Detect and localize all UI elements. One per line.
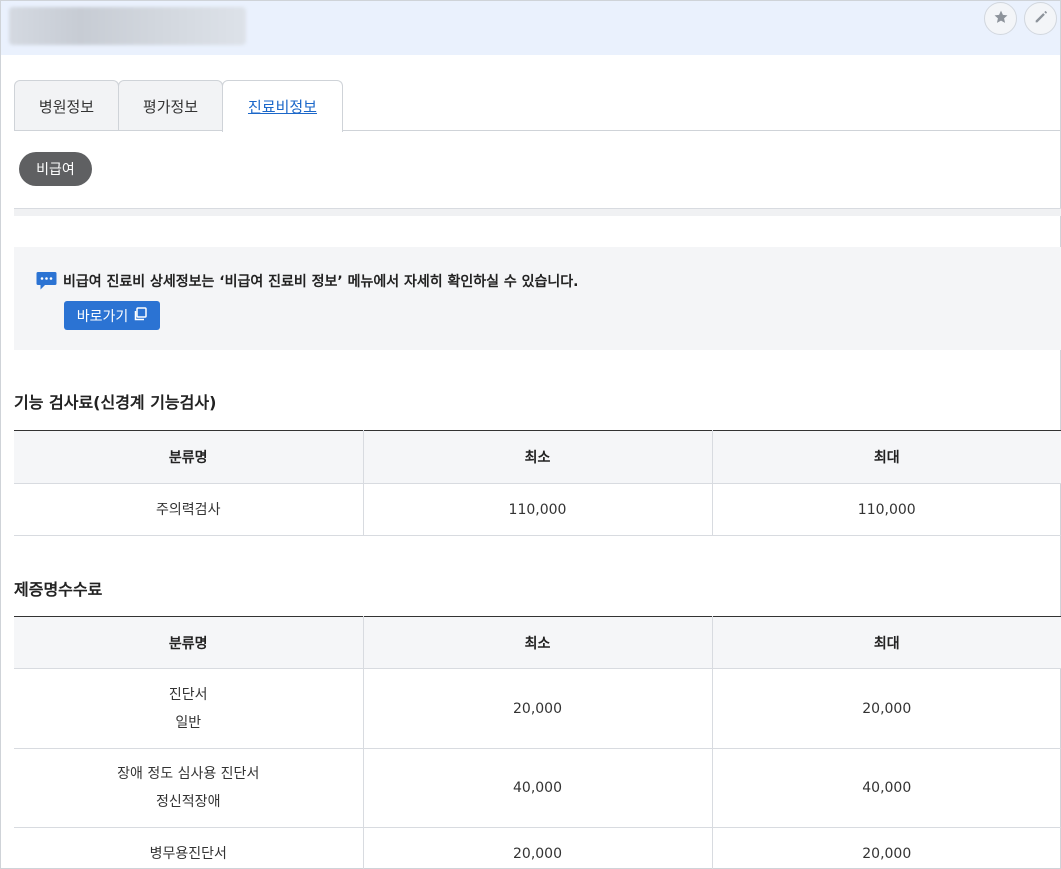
item-name-cell: 주의력검사 — [14, 483, 364, 536]
max-fee-cell: 110,000 — [712, 483, 1061, 536]
column-header-max: 최대 — [712, 430, 1061, 484]
table-header-row: 분류명 최소 최대 — [14, 430, 1061, 484]
column-header-name: 분류명 — [14, 616, 364, 669]
favorite-button[interactable] — [984, 2, 1017, 35]
top-header-bar — [1, 1, 1060, 55]
tab-hospital-info[interactable]: 병원정보 — [14, 80, 119, 131]
pencil-icon — [1033, 9, 1049, 29]
non-covered-filter-pill[interactable]: 비급여 — [19, 152, 92, 186]
tab-evaluation-info[interactable]: 평가정보 — [118, 80, 223, 131]
item-name-cell: 장애 정도 심사용 진단서 정신적장애 — [14, 748, 364, 828]
column-header-name: 분류명 — [14, 430, 364, 484]
table-row: 진단서 일반 20,000 20,000 — [14, 668, 1061, 749]
table-row: 병무용진단서 20,000 20,000 — [14, 827, 1061, 869]
goto-button[interactable]: 바로가기 — [64, 301, 160, 330]
external-window-icon — [133, 306, 148, 325]
section-title-certificate-fee: 제증명수수료 — [14, 580, 103, 599]
notice-text: 비급여 진료비 상세정보는 ‘비급여 진료비 정보’ 메뉴에서 자세히 확인하실… — [63, 274, 579, 290]
chat-bubble-icon — [36, 271, 57, 295]
max-fee-cell: 20,000 — [712, 668, 1061, 749]
section-title-function-test: 기능 검사료(신경계 기능검사) — [14, 393, 217, 412]
min-fee-cell: 110,000 — [363, 483, 713, 536]
table-header-row: 분류명 최소 최대 — [14, 616, 1061, 669]
column-header-min: 최소 — [363, 430, 713, 484]
hospital-name-blurred — [9, 7, 246, 45]
goto-button-label: 바로가기 — [76, 308, 129, 325]
edit-button[interactable] — [1024, 2, 1057, 35]
tab-fee-info[interactable]: 진료비정보 — [222, 80, 343, 132]
min-fee-cell: 40,000 — [363, 748, 713, 828]
certificate-fee-table: 분류명 최소 최대 진단서 일반 20,000 20,000 장애 정도 심사용… — [14, 616, 1061, 869]
item-name-cell: 진단서 일반 — [14, 668, 364, 749]
column-header-min: 최소 — [363, 616, 713, 669]
item-name-cell: 병무용진단서 — [14, 827, 364, 869]
table-row: 장애 정도 심사용 진단서 정신적장애 40,000 40,000 — [14, 748, 1061, 828]
tab-underline — [14, 130, 1061, 131]
table-row: 주의력검사 110,000 110,000 — [14, 483, 1061, 536]
function-test-fee-table: 분류명 최소 최대 주의력검사 110,000 110,000 — [14, 430, 1061, 536]
section-divider — [14, 208, 1061, 216]
min-fee-cell: 20,000 — [363, 827, 713, 869]
column-header-max: 최대 — [712, 616, 1061, 669]
min-fee-cell: 20,000 — [363, 668, 713, 749]
star-icon — [993, 9, 1009, 29]
notice-box: 비급여 진료비 상세정보는 ‘비급여 진료비 정보’ 메뉴에서 자세히 확인하실… — [14, 247, 1061, 350]
max-fee-cell: 20,000 — [712, 827, 1061, 869]
max-fee-cell: 40,000 — [712, 748, 1061, 828]
